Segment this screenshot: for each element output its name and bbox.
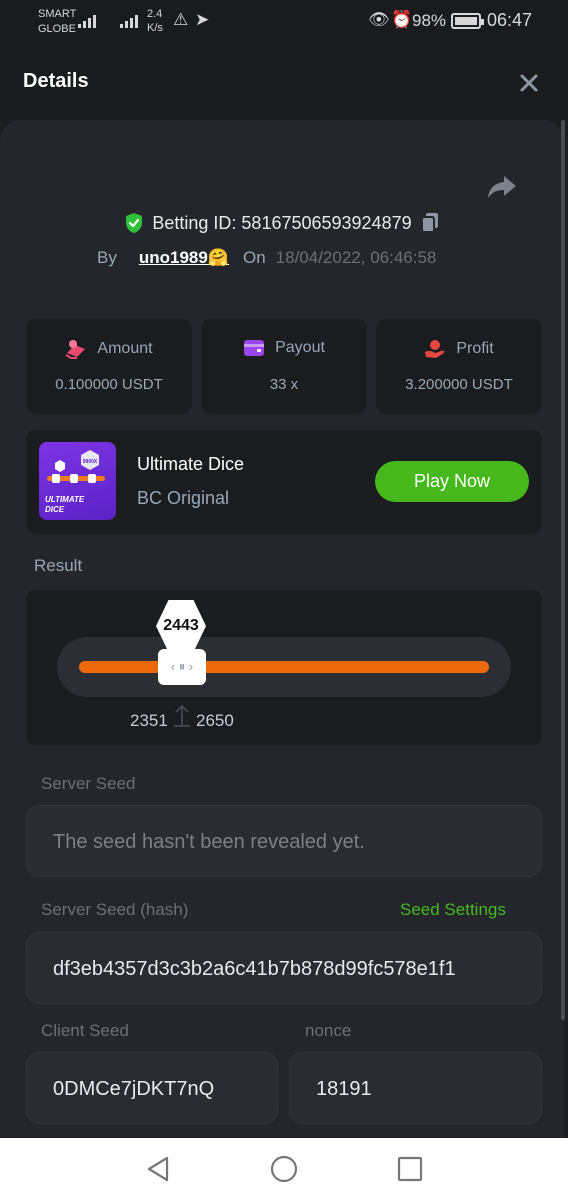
payout-card: Payout 33 x (201, 319, 367, 414)
close-icon (520, 74, 538, 92)
amount-label: Amount (97, 340, 153, 357)
bet-id: Betting ID: 58167506593924879 (152, 212, 412, 233)
svg-text:9900X: 9900X (83, 459, 98, 465)
game-subtitle: BC Original (137, 488, 230, 508)
amount-value: 0.100000 USDT (55, 376, 163, 393)
profit-value: 3.200000 USDT (405, 376, 513, 393)
game-card[interactable]: 9900X ULTIMATE DICE Ultimate Dice BC Ori… (26, 430, 542, 534)
svg-text:DICE: DICE (45, 505, 65, 514)
game-thumbnail: 9900X ULTIMATE DICE (39, 442, 116, 520)
result-card: 2443 ‹ ⏸ › 2351 2650 (26, 590, 542, 745)
page-title: Details (23, 70, 89, 92)
user-link[interactable]: uno1989🤗 (139, 248, 229, 268)
server-seed-hash-field[interactable]: df3eb4357d3c3b2a6c41b7b878d99fc578e1f1 (26, 932, 542, 1004)
wallet-icon (244, 340, 265, 356)
range-high: 2650 (196, 711, 234, 730)
profit-label: Profit (456, 340, 494, 357)
eye-icon: 👁 (368, 10, 390, 29)
alarm-icon: ⏰ (391, 10, 413, 29)
home-circle-icon (270, 1155, 298, 1183)
back-button[interactable] (143, 1154, 173, 1184)
seed-settings-link[interactable]: Seed Settings (400, 900, 506, 920)
recents-square-icon (397, 1156, 423, 1182)
range-low: 2351 (130, 711, 168, 730)
bet-meta: By uno1989🤗 On 18/04/2022, 06:46:58 (97, 248, 436, 268)
profit-card: Profit 3.200000 USDT (376, 319, 542, 414)
bet-date: 18/04/2022, 06:46:58 (275, 248, 437, 267)
client-seed-field[interactable]: 0DMCe7jDKT7nQ (26, 1052, 278, 1124)
battery-icon (451, 13, 484, 29)
money-icon (65, 340, 86, 359)
amount-card: Amount 0.100000 USDT (26, 319, 192, 414)
slider-track (79, 661, 489, 673)
copy-icon (420, 213, 438, 233)
result-label: Result (34, 556, 83, 575)
signal-icon-2 (120, 12, 138, 28)
clock: 06:47 (487, 10, 533, 30)
nonce-label: nonce (305, 1021, 352, 1040)
by-label: By (97, 248, 117, 267)
share-button[interactable] (487, 174, 517, 200)
payout-value: 33 x (269, 376, 299, 393)
hand-coin-icon (425, 340, 445, 358)
status-bar: SMART GLOBE 2.4 K/s ⚠ ➤ 👁 ⏰ 98% 06:47 (0, 0, 568, 44)
carrier-label: SMART GLOBE (38, 8, 77, 35)
payout-label: Payout (275, 339, 325, 356)
play-now-button[interactable]: Play Now (375, 461, 529, 502)
server-seed-hash-label: Server Seed (hash) (41, 900, 189, 919)
client-seed-label: Client Seed (41, 1021, 129, 1040)
on-label: On (242, 248, 266, 267)
copy-button[interactable] (420, 212, 440, 234)
signal-icon (78, 12, 96, 28)
close-button[interactable] (514, 68, 544, 98)
game-name: Ultimate Dice (137, 454, 245, 474)
verified-shield-icon (126, 213, 143, 233)
server-seed-field[interactable]: The seed hasn't been revealed yet. (26, 805, 542, 877)
home-button[interactable] (269, 1154, 299, 1184)
bet-id-row: Betting ID: 58167506593924879 (0, 212, 564, 234)
battery-percent: 98% (412, 11, 447, 30)
recents-button[interactable] (395, 1154, 425, 1184)
warning-icon: ⚠ (173, 10, 189, 29)
system-nav-bar (0, 1138, 568, 1200)
svg-text:ULTIMATE: ULTIMATE (45, 495, 85, 504)
back-triangle-icon (147, 1156, 169, 1182)
share-icon (488, 176, 516, 198)
slider-handle: ‹ ⏸ › (158, 649, 206, 685)
telegram-icon: ➤ (195, 10, 210, 29)
nonce-field[interactable]: 18191 (289, 1052, 542, 1124)
header: Details (0, 44, 568, 120)
up-arrow-icon (174, 704, 190, 727)
details-sheet: Betting ID: 58167506593924879 By uno1989… (0, 120, 564, 1138)
network-speed: 2.4 K/s (147, 8, 163, 34)
scrollbar[interactable] (561, 120, 565, 1020)
server-seed-label: Server Seed (41, 774, 136, 793)
